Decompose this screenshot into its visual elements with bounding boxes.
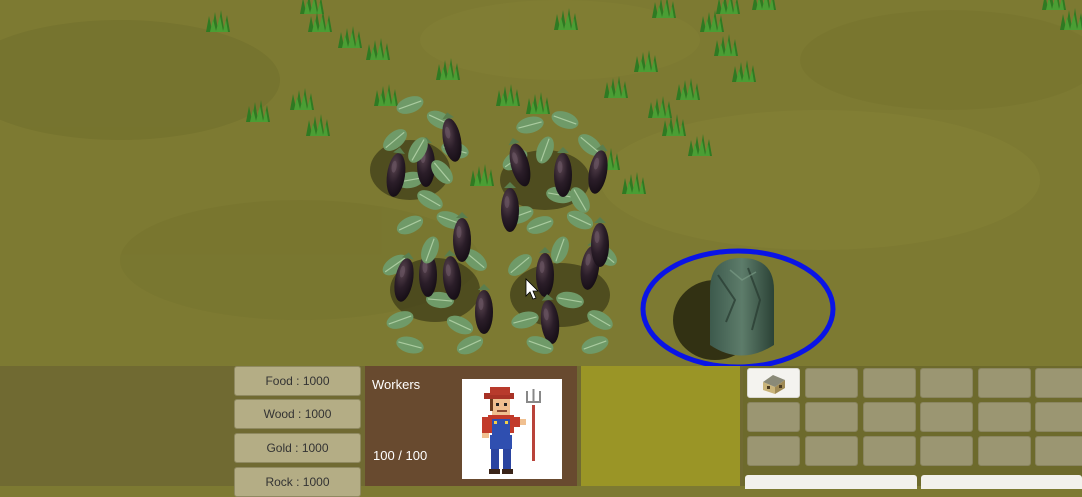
build-slot-empty[interactable] — [747, 436, 800, 466]
build-slot-empty[interactable] — [920, 402, 973, 432]
build-slot-empty[interactable] — [920, 368, 973, 398]
wood-resource-button[interactable]: Wood : 1000 — [234, 399, 361, 429]
build-house-button[interactable] — [747, 368, 800, 398]
build-slot-empty[interactable] — [920, 436, 973, 466]
food-resource-button[interactable]: Food : 1000 — [234, 366, 361, 396]
house-icon — [763, 375, 785, 394]
build-slot-empty[interactable] — [1035, 368, 1082, 398]
build-slot-empty[interactable] — [978, 368, 1031, 398]
build-slot-empty[interactable] — [1035, 436, 1082, 466]
gold-resource-button[interactable]: Gold : 1000 — [234, 433, 361, 463]
workers-panel[interactable]: Workers 100 / 100 — [365, 366, 577, 486]
action-button[interactable] — [921, 475, 1082, 489]
build-menu-grid — [743, 366, 1082, 489]
build-slot-empty[interactable] — [805, 368, 858, 398]
build-slot-empty[interactable] — [863, 368, 916, 398]
build-slot-empty[interactable] — [805, 402, 858, 432]
build-slot-empty[interactable] — [978, 402, 1031, 432]
action-button[interactable] — [745, 475, 917, 489]
game-world[interactable] — [0, 0, 1082, 366]
build-slot-empty[interactable] — [863, 436, 916, 466]
build-slot-empty[interactable] — [863, 402, 916, 432]
build-slot-empty[interactable] — [978, 436, 1031, 466]
workers-title: Workers — [372, 377, 421, 392]
rock-resource-button[interactable]: Rock : 1000 — [234, 467, 361, 497]
build-slot-empty[interactable] — [1035, 402, 1082, 432]
terrain[interactable] — [0, 0, 1082, 366]
selection-info-panel — [581, 366, 740, 486]
build-slot-empty[interactable] — [805, 436, 858, 466]
workers-count: 100 / 100 — [373, 448, 428, 463]
build-slot-empty[interactable] — [747, 402, 800, 432]
hud-bar: Food : 1000 Wood : 1000 Gold : 1000 Rock… — [0, 366, 1082, 497]
farmer-with-pitchfork-icon — [462, 379, 562, 479]
